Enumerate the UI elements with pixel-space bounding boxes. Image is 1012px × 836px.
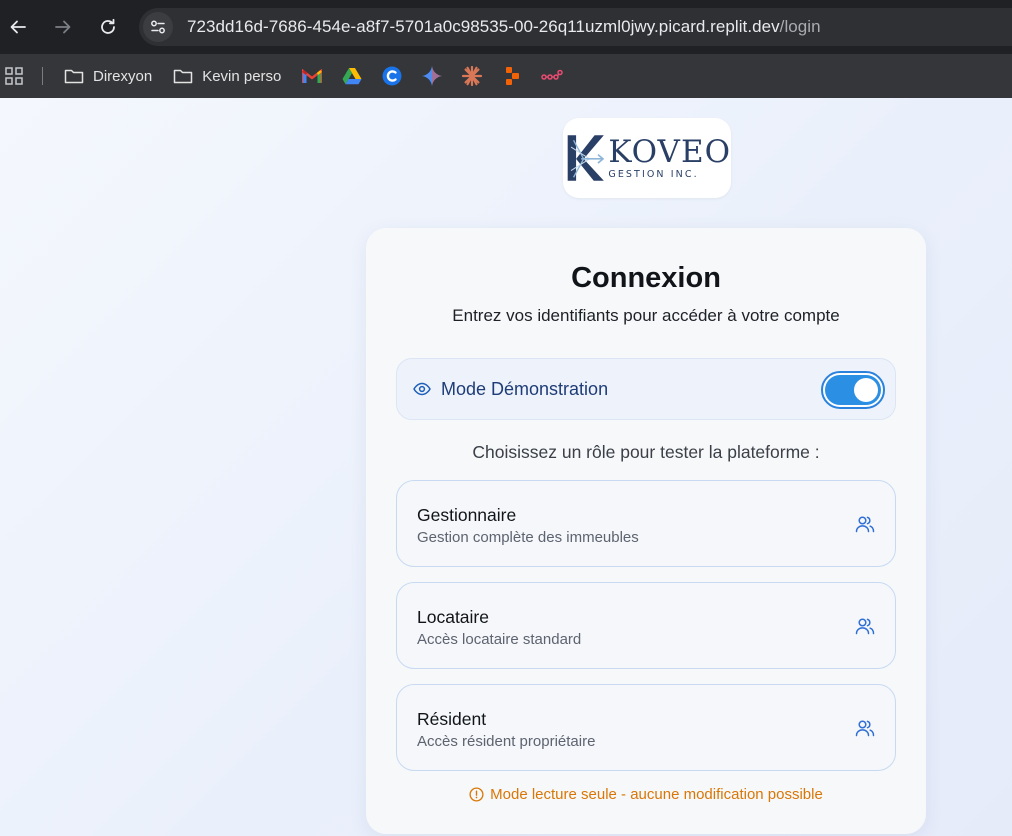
role-card-gestionnaire[interactable]: Gestionnaire Gestion complète des immeub… [396,480,896,567]
google-drive-icon [342,68,362,85]
login-page: KOVEO GESTION INC. Connexion Entrez vos … [0,98,1012,836]
site-info-button[interactable] [143,12,173,42]
koveo-k-logo-icon [567,135,605,181]
page-title: Connexion [571,262,721,294]
demo-mode-label: Mode Démonstration [441,378,609,399]
bookmark-folder-direxyon[interactable]: Direxyon [64,68,152,85]
bookmark-n8n[interactable] [541,65,564,87]
role-card-resident[interactable]: Résident Accès résident propriétaire [396,684,896,771]
bookmark-folder-kevin-perso[interactable]: Kevin perso [173,68,281,85]
role-card-locataire[interactable]: Locataire Accès locataire standard [396,582,896,669]
bookmark-claude[interactable] [461,65,483,87]
tune-icon [151,20,165,34]
url-host: 723dd16d-7686-454e-a8f7-5701a0c98535-00-… [187,17,780,36]
logo-text: KOVEO GESTION INC. [608,133,731,180]
users-icon [855,720,875,737]
role-title: Gestionnaire [417,505,517,525]
page-subtitle: Entrez vos identifiants pour accéder à v… [452,306,840,325]
toggle-track [825,375,881,405]
role-prompt: Choisissez un rôle pour tester la platef… [472,442,820,462]
bookmark-gemini[interactable] [421,65,443,87]
bookmarks-divider [42,67,43,85]
forward-button[interactable] [45,9,81,45]
role-title: Locataire [417,607,489,627]
bookmark-folder-label: Direxyon [93,67,153,85]
browser-toolbar: 723dd16d-7686-454e-a8f7-5701a0c98535-00-… [0,0,1012,54]
eye-icon [413,380,431,398]
alert-circle-icon [469,787,484,802]
role-description: Accès résident propriétaire [417,733,596,750]
bookmark-google-drive[interactable] [341,65,363,87]
apps-grid-icon [5,67,23,85]
bookmark-gmail[interactable] [301,65,323,87]
gemini-icon [422,66,443,86]
address-bar[interactable]: 723dd16d-7686-454e-a8f7-5701a0c98535-00-… [139,8,1012,46]
role-description: Gestion complète des immeubles [417,529,639,546]
bookmark-replit[interactable] [501,65,523,87]
readonly-notice: Mode lecture seule - aucune modification… [366,786,926,803]
gmail-icon [302,68,323,83]
readonly-notice-text: Mode lecture seule - aucune modification… [490,786,823,803]
arrow-left-icon [10,20,26,34]
role-description: Accès locataire standard [417,631,582,648]
coda-icon [382,66,402,86]
logo-name: KOVEO [608,133,731,170]
apps-button[interactable] [3,65,25,87]
folder-icon [64,69,84,84]
demo-mode-toggle[interactable] [821,371,885,409]
reload-icon [101,18,115,34]
url-path: /login [779,17,821,36]
company-logo: KOVEO GESTION INC. [563,118,731,198]
toggle-knob [854,378,878,402]
arrow-right-icon [55,20,71,34]
demo-mode-panel: Mode Démonstration [396,358,896,420]
logo-subtitle: GESTION INC. [608,168,699,180]
reload-button[interactable] [90,9,126,45]
bookmarks-bar: Direxyon Kevin perso [0,54,1012,98]
bookmark-folder-label: Kevin perso [202,67,282,85]
users-icon [855,618,875,635]
back-button[interactable] [0,9,36,45]
bookmark-coda[interactable] [381,65,403,87]
role-title: Résident [417,709,487,729]
users-icon [855,516,875,533]
url-text: 723dd16d-7686-454e-a8f7-5701a0c98535-00-… [187,17,821,37]
replit-icon [506,67,520,85]
login-card: Connexion Entrez vos identifiants pour a… [366,228,926,834]
claude-icon [462,66,483,86]
n8n-icon [541,69,564,80]
folder-icon [173,69,193,84]
